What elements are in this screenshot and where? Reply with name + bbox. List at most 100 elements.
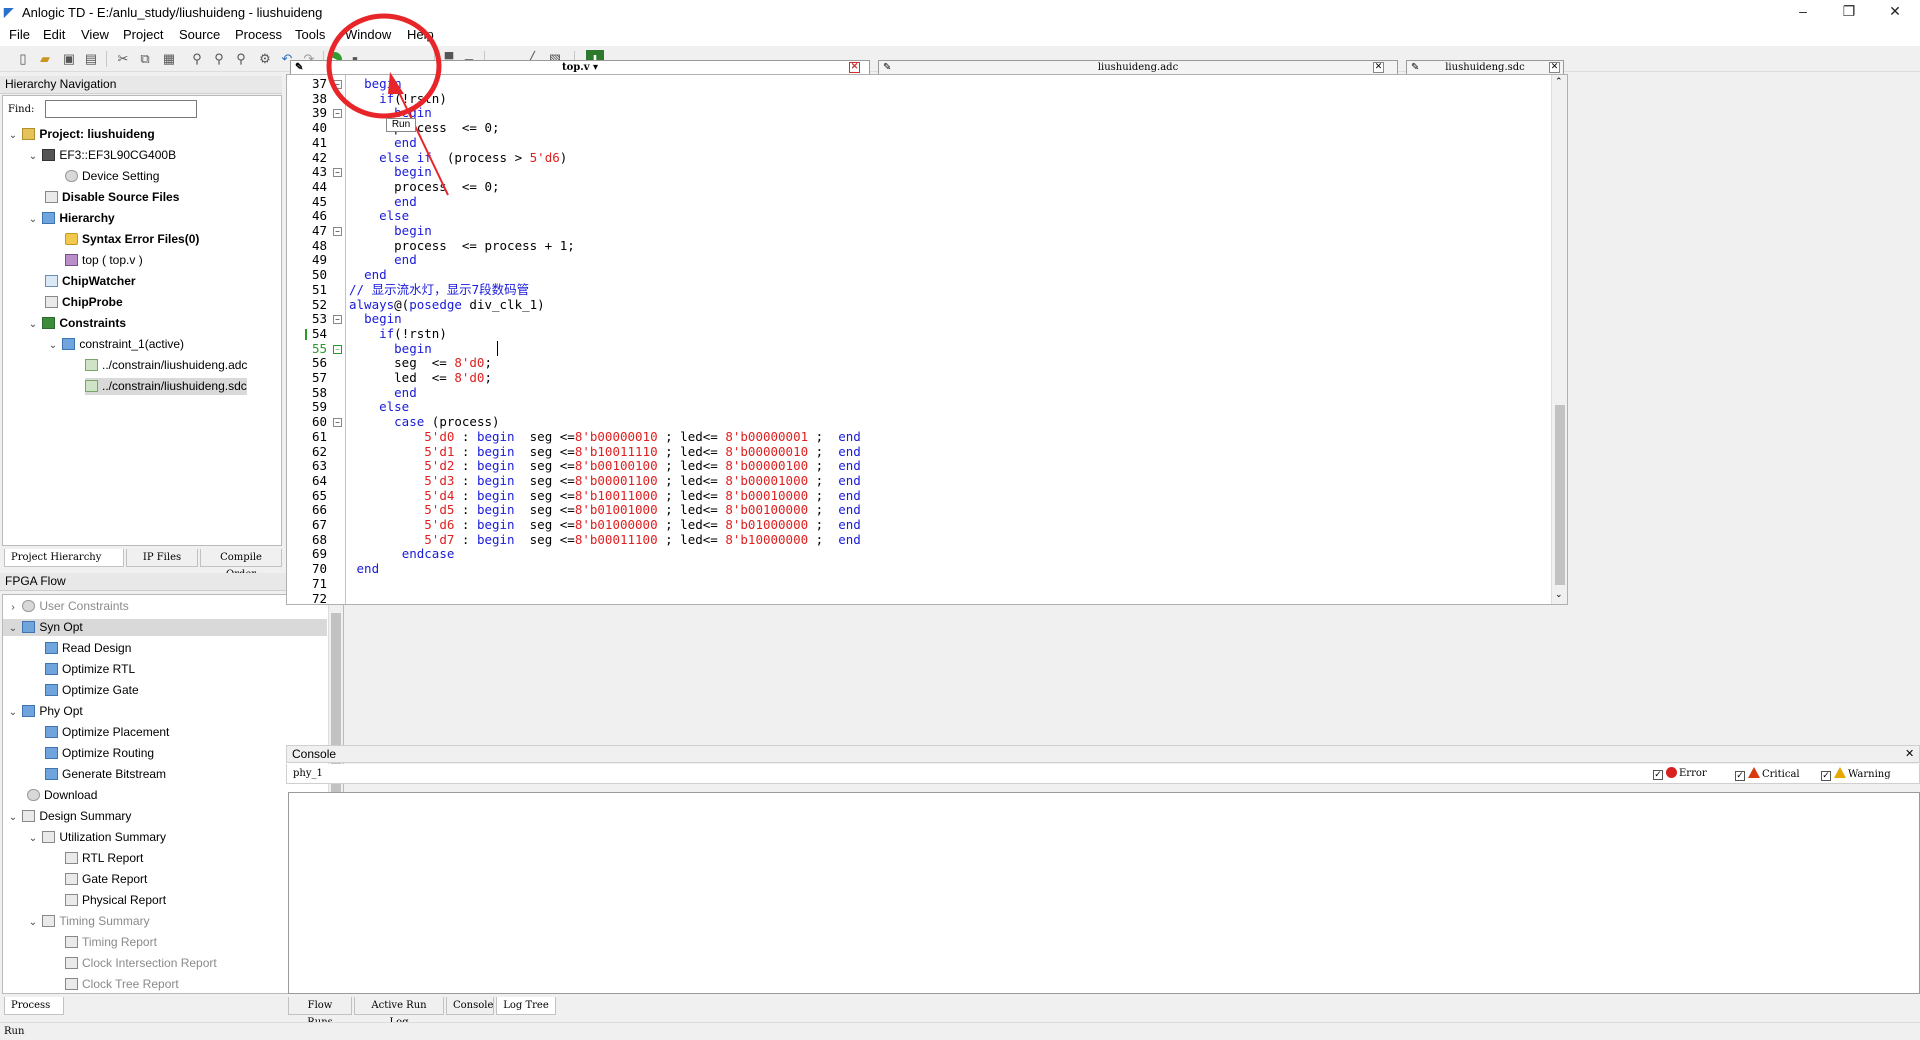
flow-item-timing-report[interactable]: Timing Report <box>65 934 157 951</box>
tree-item-disable-source[interactable]: Disable Source Files <box>45 189 179 206</box>
find-prev-icon[interactable]: ⚲ <box>232 50 250 68</box>
settings-icon[interactable]: ⚙ <box>256 50 274 68</box>
tree-item-adc-file[interactable]: ../constrain/liushuideng.adc <box>85 357 247 374</box>
close-window-button[interactable]: ✕ <box>1872 0 1918 24</box>
filter-error[interactable]: ✓ Error <box>1653 767 1707 780</box>
flow-item-label: Read Design <box>62 641 132 655</box>
warning-checkbox[interactable]: ✓ <box>1821 771 1831 781</box>
tree-item-project[interactable]: ⌄ Project: liushuideng <box>7 126 155 143</box>
tree-item-chipwatcher[interactable]: ChipWatcher <box>45 273 136 290</box>
close-tab-icon[interactable]: ✕ <box>1549 62 1560 73</box>
filter-critical[interactable]: ✓ Critical <box>1735 767 1800 781</box>
tab-flow-runs[interactable]: Flow Runs <box>288 997 352 1028</box>
copy-icon[interactable]: ⧉ <box>136 50 154 68</box>
tree-item-syntax-errors[interactable]: Syntax Error Files(0) <box>65 231 199 248</box>
filter-warning[interactable]: ✓ Warning <box>1821 767 1891 781</box>
tree-item-constraint-1[interactable]: ⌄ constraint_1(active) <box>47 336 184 353</box>
editor-scrollbar[interactable]: ⌃ ⌄ <box>1551 75 1567 604</box>
menu-help[interactable]: Help <box>404 27 437 42</box>
menu-source[interactable]: Source <box>176 27 223 42</box>
tab-project-hierarchy[interactable]: Project Hierarchy <box>4 549 124 567</box>
critical-icon <box>1748 767 1760 778</box>
paste-icon[interactable]: ▦ <box>160 50 178 68</box>
flow-item-optimize-routing[interactable]: Optimize Routing <box>45 745 154 762</box>
open-folder-icon[interactable]: ▰ <box>36 50 54 68</box>
collapse-arrow-icon[interactable]: ⌄ <box>27 148 39 165</box>
collapse-arrow-icon[interactable]: ⌄ <box>27 316 39 333</box>
tab-ip-files[interactable]: IP Files <box>126 549 198 567</box>
editor-tab-bar: ✎ top.v ▾ ✕ ✎ liushuideng.adc ✕ ✎ liushu… <box>286 60 1568 74</box>
tree-item-chipprobe[interactable]: ChipProbe <box>45 294 123 311</box>
flow-item-physical-report[interactable]: Physical Report <box>65 892 166 909</box>
menu-file[interactable]: File <box>6 27 33 42</box>
error-checkbox[interactable]: ✓ <box>1653 770 1663 780</box>
tab-sdc[interactable]: ✎ liushuideng.sdc ✕ <box>1406 60 1564 74</box>
minimize-button[interactable]: – <box>1780 0 1826 24</box>
flow-item-user-constraints[interactable]: › User Constraints <box>7 598 128 616</box>
flow-item-read-design[interactable]: Read Design <box>45 640 131 657</box>
close-tab-icon[interactable]: ✕ <box>1373 62 1384 73</box>
flow-item-optimize-rtl[interactable]: Optimize RTL <box>45 661 135 678</box>
tab-process[interactable]: Process <box>4 997 64 1015</box>
flow-item-clock-tree[interactable]: Clock Tree Report <box>65 976 179 993</box>
collapse-arrow-icon[interactable]: ⌄ <box>7 127 19 144</box>
menu-tools[interactable]: Tools <box>292 27 328 42</box>
new-file-icon[interactable]: ▯ <box>14 50 32 68</box>
tab-dropdown-icon[interactable]: ▾ <box>590 62 598 73</box>
collapse-arrow-icon[interactable]: ⌄ <box>47 337 59 354</box>
tree-item-hierarchy[interactable]: ⌄ Hierarchy <box>27 210 115 227</box>
find-next-icon[interactable]: ⚲ <box>210 50 228 68</box>
collapse-arrow-icon[interactable]: ⌄ <box>7 620 19 637</box>
menu-project[interactable]: Project <box>120 27 166 42</box>
tree-item-label: top ( top.v ) <box>82 253 143 267</box>
expand-arrow-icon[interactable]: › <box>7 599 19 616</box>
editor-scrollbar-thumb[interactable] <box>1555 405 1565 585</box>
flow-item-utilization-summary[interactable]: ⌄ Utilization Summary <box>27 829 166 846</box>
find-icon[interactable]: ⚲ <box>188 50 206 68</box>
flow-item-clock-intersection[interactable]: Clock Intersection Report <box>65 955 217 972</box>
collapse-arrow-icon[interactable]: ⌄ <box>7 809 19 826</box>
console-output[interactable] <box>288 792 1920 994</box>
collapse-arrow-icon[interactable]: ⌄ <box>7 704 19 721</box>
save-icon[interactable]: ▣ <box>60 50 78 68</box>
flow-item-phy-opt[interactable]: ⌄ Phy Opt <box>7 703 83 720</box>
tree-item-device-setting[interactable]: Device Setting <box>65 168 159 185</box>
flow-item-rtl-report[interactable]: RTL Report <box>65 850 143 867</box>
tab-adc[interactable]: ✎ liushuideng.adc ✕ <box>878 60 1398 74</box>
tree-item-device[interactable]: ⌄ EF3::EF3L90CG400B <box>27 147 176 164</box>
tree-item-top-module[interactable]: top ( top.v ) <box>65 252 143 269</box>
flow-item-timing-summary[interactable]: ⌄ Timing Summary <box>27 913 150 930</box>
tree-item-constraints[interactable]: ⌄ Constraints <box>27 315 126 332</box>
flow-item-optimize-placement[interactable]: Optimize Placement <box>45 724 169 741</box>
tab-log-tree[interactable]: Log Tree <box>496 997 556 1015</box>
flow-item-syn-opt[interactable]: ⌄ Syn Opt <box>3 619 327 636</box>
menu-window[interactable]: Window <box>342 27 394 42</box>
code-editor[interactable]: 37−38 39−40 41 42 43−44 45 46 47−48 49 50 51 52 53−5… <box>286 74 1568 605</box>
maximize-button[interactable]: ❐ <box>1826 0 1872 24</box>
flow-item-download[interactable]: Download <box>27 787 97 804</box>
tree-item-sdc-file[interactable]: ../constrain/liushuideng.sdc <box>85 378 247 395</box>
collapse-arrow-icon[interactable]: ⌄ <box>27 830 39 847</box>
menu-view[interactable]: View <box>78 27 112 42</box>
flow-item-gate-report[interactable]: Gate Report <box>65 871 147 888</box>
tab-compile-order[interactable]: Compile Order <box>200 549 282 580</box>
critical-checkbox[interactable]: ✓ <box>1735 771 1745 781</box>
code-area[interactable]: begin if(!rstn) begin process <= 0; end … <box>287 75 1547 604</box>
menu-edit[interactable]: Edit <box>40 27 68 42</box>
flow-item-generate-bitstream[interactable]: Generate Bitstream <box>45 766 166 783</box>
collapse-arrow-icon[interactable]: ⌄ <box>27 211 39 228</box>
close-tab-icon[interactable]: ✕ <box>849 62 860 73</box>
save-all-icon[interactable]: ▤ <box>82 50 100 68</box>
cut-icon[interactable]: ✂ <box>114 50 132 68</box>
console-close-button[interactable]: ✕ <box>1905 746 1914 763</box>
flow-item-optimize-gate[interactable]: Optimize Gate <box>45 682 139 699</box>
tab-console[interactable]: Console <box>446 997 494 1015</box>
scroll-down-icon[interactable]: ⌄ <box>1555 589 1563 600</box>
find-input[interactable] <box>45 100 197 118</box>
menu-process[interactable]: Process <box>232 27 285 42</box>
tab-top-v[interactable]: ✎ top.v ▾ ✕ <box>290 60 870 74</box>
scroll-up-icon[interactable]: ⌃ <box>1555 76 1563 87</box>
collapse-arrow-icon[interactable]: ⌄ <box>27 914 39 931</box>
flow-item-design-summary[interactable]: ⌄ Design Summary <box>7 808 132 826</box>
tab-active-run-log[interactable]: Active Run Log <box>354 997 444 1028</box>
